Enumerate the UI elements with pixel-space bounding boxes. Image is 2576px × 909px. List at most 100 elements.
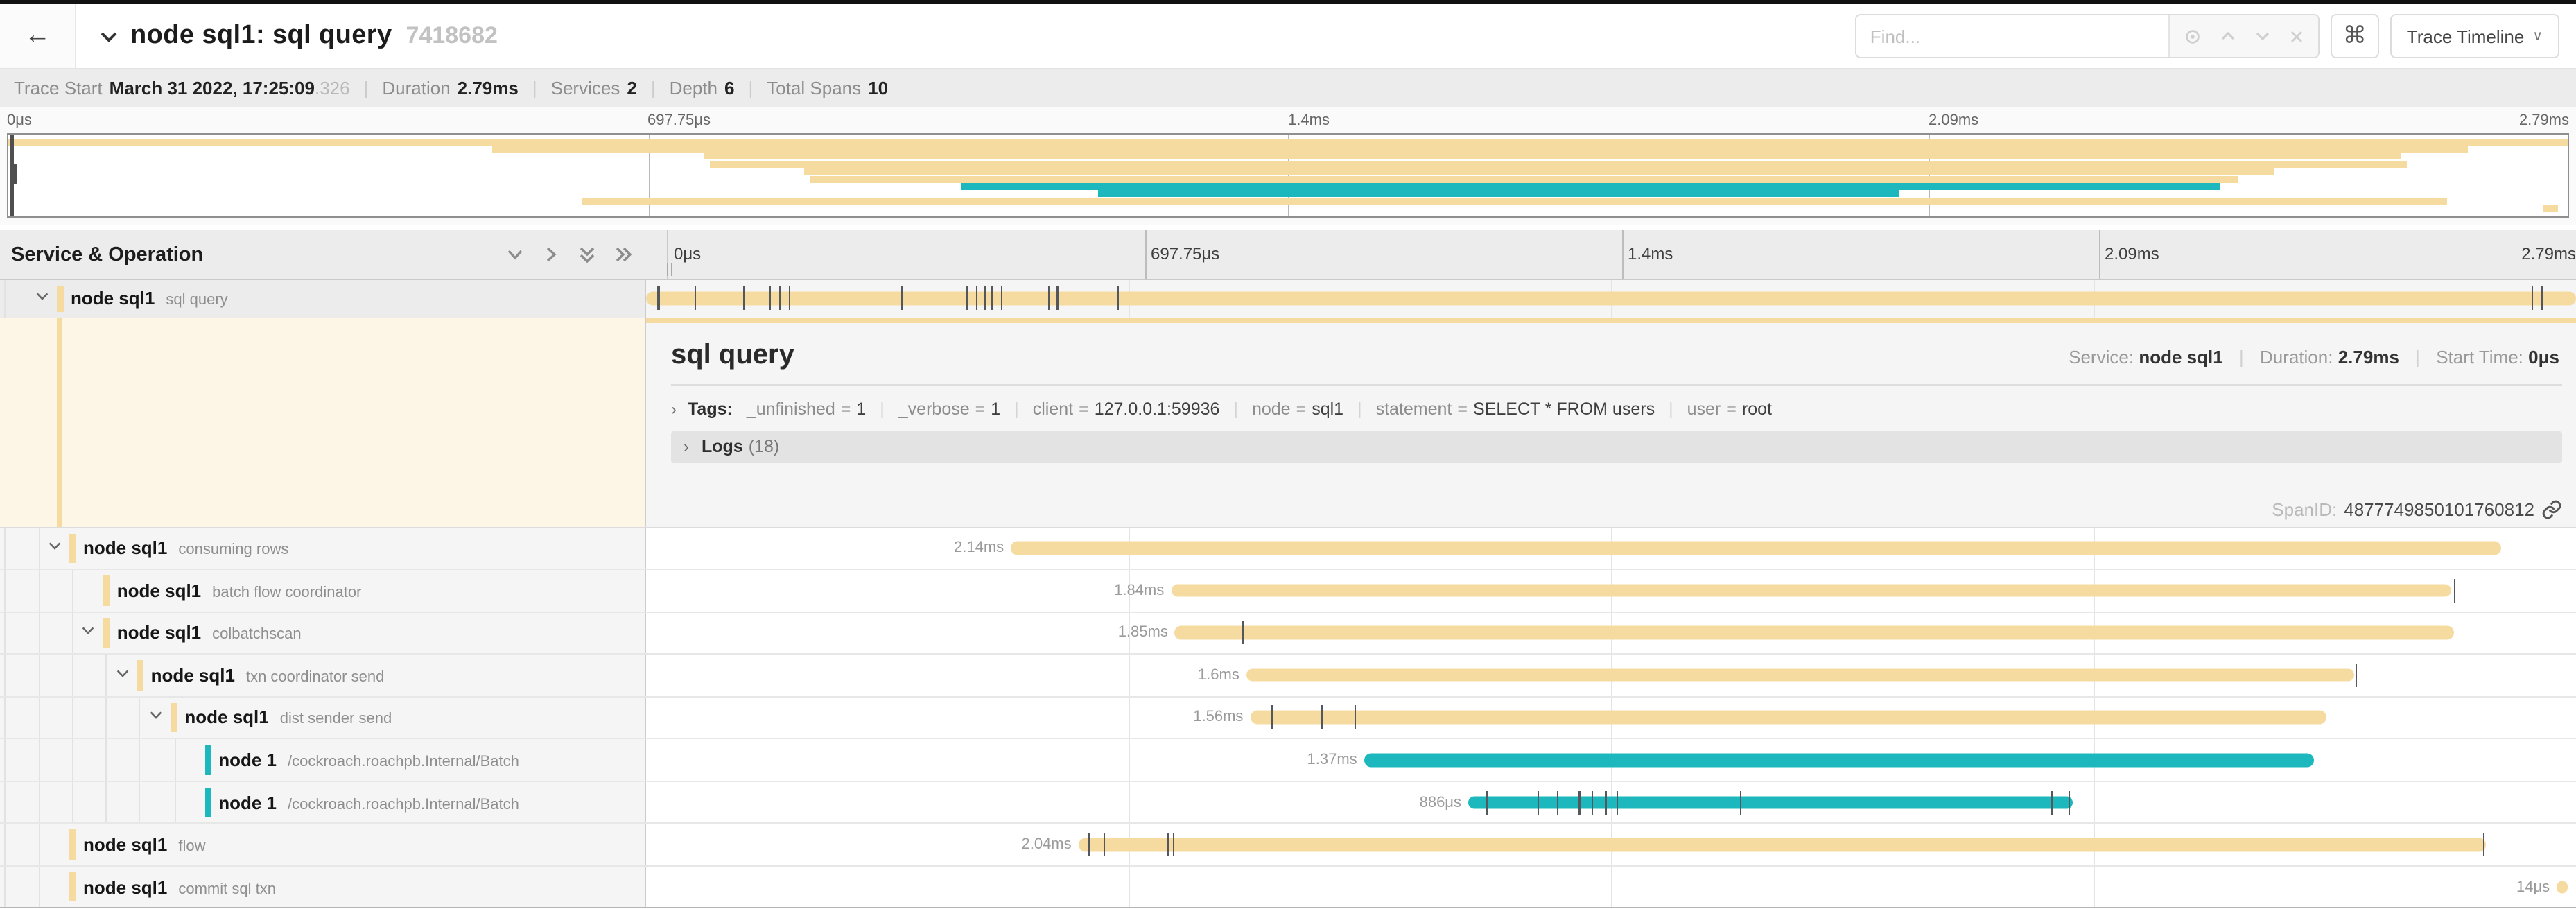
span-bar[interactable] [1175, 626, 2455, 639]
chevron-down-icon[interactable] [35, 286, 50, 311]
span-log-tick [1001, 287, 1002, 311]
span-tree-cell[interactable]: node sql1batch flow coordinator [0, 570, 646, 611]
expand-all-icon[interactable] [613, 244, 634, 265]
time-tick-label: 1.4ms [1288, 112, 1330, 129]
span-timeline-cell[interactable]: 1.85ms [646, 612, 2576, 653]
tree-column-header: Service & Operation [0, 230, 668, 279]
span-duration-label: 1.84ms [1114, 582, 1171, 599]
tree-header-title: Service & Operation [11, 243, 203, 266]
span-tree-cell[interactable]: node sql1colbatchscan [0, 612, 646, 653]
collapse-all-icon[interactable] [577, 244, 598, 265]
span-service-name: node 1/cockroach.roachpb.Internal/Batch [218, 792, 519, 813]
span-bar[interactable] [646, 292, 2576, 305]
start-time-value: 0μs [2528, 346, 2559, 367]
span-service-name: node sql1consuming rows [83, 538, 288, 559]
span-log-tick [1057, 287, 1059, 311]
trace-minimap[interactable] [7, 133, 2569, 218]
span-tree-cell[interactable]: node sql1txn coordinator send [0, 655, 646, 695]
minimap-span-strip [8, 191, 2568, 198]
span-timeline-cell[interactable]: 1.37ms [646, 739, 2576, 780]
span-timeline-cell[interactable] [646, 280, 2576, 317]
chevron-down-icon[interactable] [81, 621, 96, 646]
prev-match-icon[interactable] [2220, 28, 2236, 44]
tree-header-icons [505, 244, 656, 265]
span-timeline-cell[interactable]: 14μs [646, 867, 2576, 908]
span-tree-cell[interactable]: node sql1dist sender send [0, 697, 646, 738]
tree-guide-line [105, 697, 107, 738]
locate-icon[interactable] [2184, 27, 2202, 45]
tree-guide-line [139, 697, 140, 738]
span-detail-tree-fill [0, 317, 646, 526]
tag-value: 1 [991, 399, 1000, 418]
minimap-scrubber-handle[interactable] [10, 164, 17, 184]
minimap-span-bar [582, 198, 2447, 205]
tag-key: statement [1376, 399, 1452, 418]
chevron-down-icon[interactable] [47, 536, 62, 561]
span-color-bar [204, 788, 211, 817]
find-input[interactable] [1856, 15, 2168, 57]
span-tree-cell[interactable]: node 1/cockroach.roachpb.Internal/Batch [0, 782, 646, 823]
timeline-column-header: Service & Operation 0μs697.75μs1.4ms2.09… [0, 230, 2576, 280]
collapse-trace-chevron-icon[interactable] [98, 26, 119, 46]
duration-value: 2.79ms [2338, 346, 2399, 367]
span-id-value: 4877749850101760812 [2344, 499, 2534, 519]
minimap-left-scrubber[interactable] [10, 135, 13, 216]
span-log-tick [779, 287, 781, 311]
span-bar[interactable] [2557, 881, 2568, 894]
span-tree-cell[interactable]: node sql1flow [0, 824, 646, 865]
span-bar[interactable] [1468, 796, 2072, 809]
chevron-down-icon[interactable] [115, 663, 130, 688]
span-bar[interactable] [1250, 711, 2326, 724]
span-log-tick [900, 287, 902, 311]
span-tree-cell[interactable]: node sql1sql query [0, 280, 646, 317]
span-timeline-cell[interactable]: 886μs [646, 782, 2576, 823]
span-bar[interactable] [1246, 668, 2354, 682]
next-match-icon[interactable] [2254, 28, 2271, 44]
minimap-span-bar [804, 168, 2273, 175]
span-log-tick [2051, 790, 2053, 814]
detail-divider [671, 383, 2562, 385]
logs-row[interactable]: › Logs (18) [671, 431, 2562, 462]
span-timeline-cell[interactable]: 1.84ms [646, 570, 2576, 611]
clear-find-icon[interactable] [2289, 28, 2304, 44]
span-log-tick [1538, 790, 1539, 814]
span-bar[interactable] [1171, 584, 2451, 597]
span-row: node sql1txn coordinator send1.6ms [0, 653, 2576, 695]
span-log-tick [1104, 833, 1105, 856]
span-tree-cell[interactable]: node sql1commit sql txn [0, 867, 646, 908]
minimap-span-bar [810, 175, 2238, 182]
span-duration-label: 1.85ms [1118, 625, 1175, 641]
expand-one-icon[interactable] [541, 244, 562, 265]
span-color-bar [103, 575, 110, 605]
chevron-down-icon[interactable] [148, 705, 164, 730]
span-timeline-cell[interactable]: 2.04ms [646, 824, 2576, 865]
tree-guide-line [4, 824, 6, 865]
minimap-span-bar [492, 146, 2468, 153]
span-log-tick [1047, 287, 1049, 311]
span-bar[interactable] [1079, 838, 2486, 851]
tags-row[interactable]: › Tags: _unfinished=1|_verbose=1|client=… [671, 399, 2576, 418]
back-button[interactable]: ← [0, 4, 76, 68]
minimap-span-strip [8, 205, 2568, 212]
tag-key: client [1033, 399, 1073, 418]
minimap-span-bar [1099, 191, 1900, 198]
keyboard-shortcuts-button[interactable]: ⌘ [2331, 14, 2379, 58]
tree-guide-line [4, 697, 6, 738]
span-detail-row: sql query Service: node sql1 | Duration:… [0, 317, 2576, 528]
tag-key: _unfinished [747, 399, 835, 418]
time-tick-label: 2.09ms [1929, 112, 1978, 129]
span-tree-cell[interactable]: node 1/cockroach.roachpb.Internal/Batch [0, 739, 646, 780]
view-dropdown-label: Trace Timeline [2407, 26, 2525, 46]
collapse-one-icon[interactable] [505, 244, 525, 265]
view-dropdown-button[interactable]: Trace Timeline ∨ [2390, 14, 2559, 58]
app-root: ← node sql1: sql query 7418682 ⌘ [0, 0, 2576, 903]
span-bar[interactable] [1011, 542, 2500, 555]
span-tree-cell[interactable]: node sql1consuming rows [0, 528, 646, 569]
span-bar[interactable] [1364, 754, 2314, 767]
span-timeline-cell[interactable]: 1.6ms [646, 655, 2576, 695]
span-timeline-cell[interactable]: 2.14ms [646, 528, 2576, 569]
time-tick-label: 697.75μs [1145, 244, 1219, 263]
span-timeline-cell[interactable]: 1.56ms [646, 697, 2576, 738]
copy-link-icon[interactable] [2541, 499, 2562, 519]
span-log-tick [1741, 790, 1742, 814]
